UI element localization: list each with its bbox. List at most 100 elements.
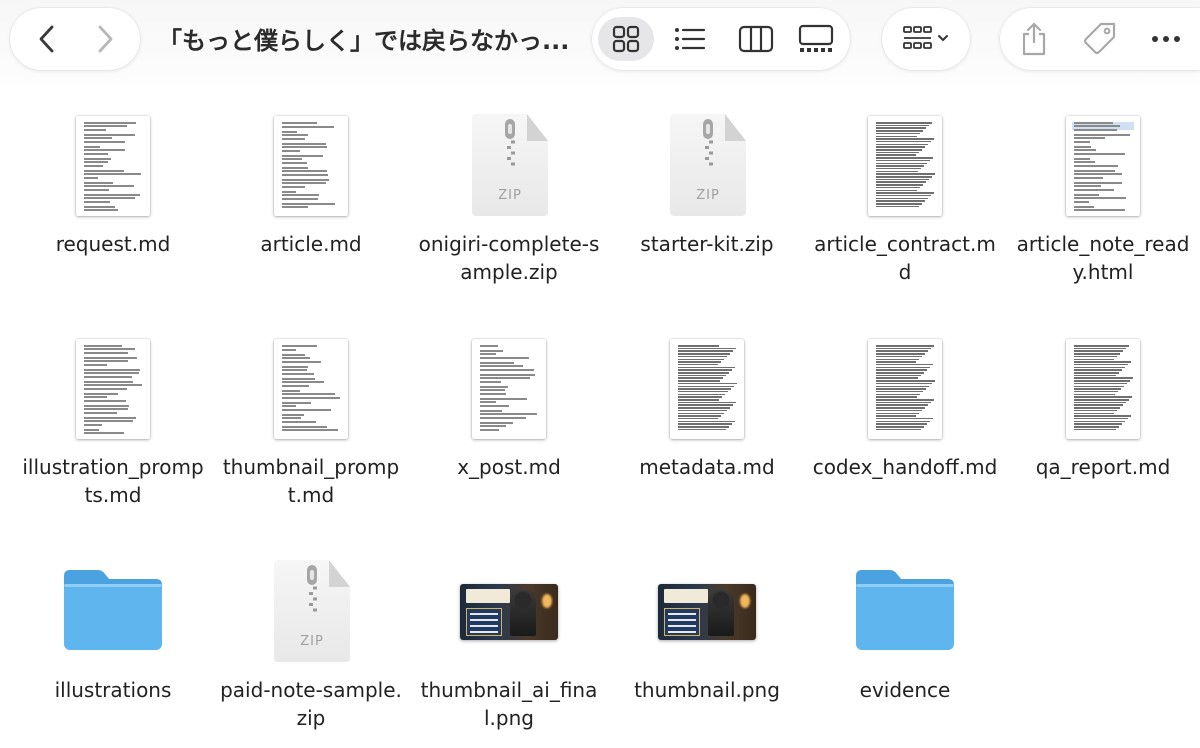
file-name-label: starter-kit.zip [640, 232, 774, 256]
document-icon [670, 339, 744, 439]
file-item[interactable]: article_contract.md [806, 96, 1004, 286]
file-name-label: thumbnail.png [634, 678, 780, 702]
chevron-left-icon [39, 25, 54, 53]
file-name-label: evidence [859, 678, 951, 702]
zipper-pull [703, 119, 713, 139]
file-name-label: paid-note-sample.zip [220, 678, 402, 730]
folder-item[interactable]: illustrations [14, 542, 212, 704]
folder-item[interactable]: evidence [806, 542, 1004, 704]
folder-icon [856, 570, 954, 650]
chevron-right-icon [98, 25, 113, 53]
file-name-label: thumbnail_ai_final.png [420, 678, 598, 730]
file-item[interactable]: qa_report.md [1004, 319, 1200, 481]
gallery-icon [798, 24, 834, 52]
file-icon-area: ZIP [212, 542, 410, 662]
list-view-button[interactable] [662, 17, 718, 61]
file-name-label: request.md [55, 232, 171, 256]
file-icon-area [14, 542, 212, 662]
file-name-label: article_note_ready.html [1016, 232, 1190, 284]
share-icon [1022, 22, 1046, 56]
document-icon [76, 339, 150, 439]
zipper-pull [505, 119, 515, 139]
file-icon-area [14, 96, 212, 216]
document-icon [76, 116, 150, 216]
document-icon [472, 339, 546, 439]
file-icon-area [410, 319, 608, 439]
file-name-label: x_post.md [457, 455, 561, 479]
action-controls [1000, 8, 1200, 70]
document-icon [868, 116, 942, 216]
thumbnail-banner [466, 589, 510, 603]
page-fold [329, 560, 350, 587]
file-name-label: illustration_prompts.md [22, 455, 204, 507]
file-item[interactable]: article.md [212, 96, 410, 258]
more-icon [1152, 36, 1180, 42]
html-document-icon [1066, 116, 1140, 216]
column-view-button[interactable] [728, 17, 784, 61]
file-name-label: thumbnail_prompt.md [222, 455, 400, 507]
thumbnail-figure [708, 590, 734, 636]
columns-icon [738, 25, 774, 53]
file-icon-area [212, 319, 410, 439]
file-icon-area [14, 319, 212, 439]
file-item[interactable]: metadata.md [608, 319, 806, 481]
gallery-view-button[interactable] [788, 17, 844, 61]
file-grid: request.md article.md ZIP onigiri-complete-… [0, 96, 1200, 748]
tag-icon [1083, 22, 1116, 55]
document-icon [868, 339, 942, 439]
file-icon-area [806, 319, 1004, 439]
file-name-label: qa_report.md [1035, 455, 1171, 479]
file-name-label: codex_handoff.md [812, 455, 998, 479]
thumbnail-figure [510, 590, 536, 636]
file-item[interactable]: thumbnail.png [608, 542, 806, 704]
group-by-button[interactable] [892, 17, 962, 61]
file-icon-area [410, 542, 608, 662]
file-icon-area [608, 319, 806, 439]
file-name-label: illustrations [54, 678, 172, 702]
navigation-controls [10, 8, 140, 70]
thumbnail-panel [466, 608, 502, 636]
thumbnail-lamp [740, 594, 750, 608]
file-name-label: onigiri-complete-sample.zip [418, 232, 600, 284]
folder-icon [64, 570, 162, 650]
image-thumbnail [658, 584, 756, 640]
tag-button[interactable] [1078, 17, 1122, 61]
more-button[interactable] [1144, 17, 1188, 61]
file-item[interactable]: ZIP starter-kit.zip [608, 96, 806, 258]
file-item[interactable]: illustration_prompts.md [14, 319, 212, 509]
document-icon [274, 116, 348, 216]
zip-badge: ZIP [696, 188, 720, 203]
file-name-label: article.md [260, 232, 362, 256]
thumbnail-lamp [542, 594, 552, 608]
file-item[interactable]: ZIP paid-note-sample.zip [212, 542, 410, 732]
forward-button[interactable] [82, 16, 128, 62]
file-icon-area [806, 96, 1004, 216]
file-item[interactable]: article_note_ready.html [1004, 96, 1200, 286]
document-icon [1066, 339, 1140, 439]
group-by-control [882, 8, 970, 70]
file-item[interactable]: codex_handoff.md [806, 319, 1004, 481]
file-name-label: metadata.md [639, 455, 775, 479]
file-icon-area: ZIP [608, 96, 806, 216]
share-button[interactable] [1014, 17, 1054, 61]
file-item[interactable]: thumbnail_prompt.md [212, 319, 410, 509]
file-name-label: article_contract.md [814, 232, 996, 284]
window-title: 「もっと僕らしく」では戻らなかっ... [158, 27, 570, 55]
file-icon-area [608, 542, 806, 662]
file-item[interactable]: x_post.md [410, 319, 608, 481]
file-icon-area: ZIP [410, 96, 608, 216]
finder-toolbar: 「もっと僕らしく」では戻らなかっ... [0, 0, 1200, 84]
list-icon [675, 28, 706, 50]
file-item[interactable]: request.md [14, 96, 212, 258]
icon-view-button[interactable] [598, 17, 654, 61]
file-icon-area [806, 542, 1004, 662]
file-item[interactable]: ZIP onigiri-complete-sample.zip [410, 96, 608, 286]
view-switcher [592, 8, 850, 70]
chevron-down-icon [938, 35, 948, 41]
thumbnail-banner [664, 589, 708, 603]
file-item[interactable]: thumbnail_ai_final.png [410, 542, 608, 732]
page-fold [725, 114, 746, 141]
group-by-icon [903, 26, 948, 49]
icon-grid-icon [612, 25, 640, 53]
back-button[interactable] [24, 16, 70, 62]
